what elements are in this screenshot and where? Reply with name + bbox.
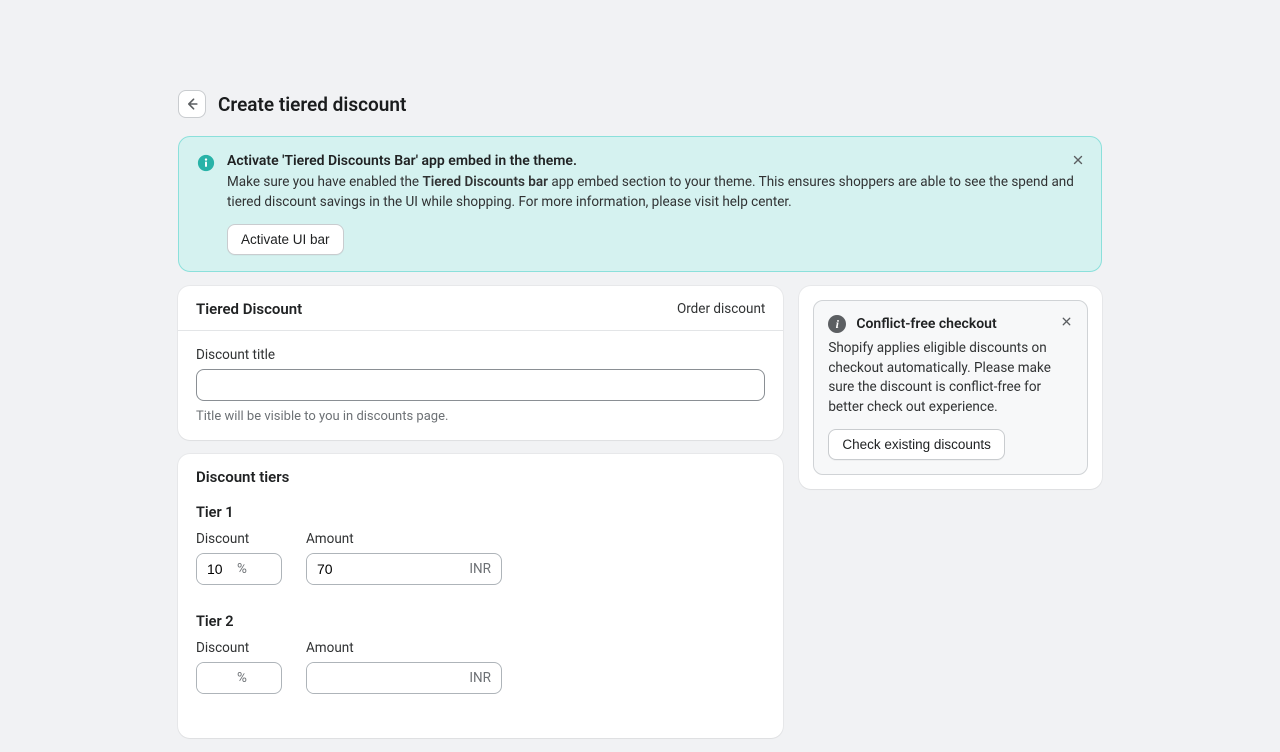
info-icon: i <box>828 315 846 333</box>
card-title: Tiered Discount <box>196 300 302 318</box>
activation-banner: Activate 'Tiered Discounts Bar' app embe… <box>178 136 1102 272</box>
percent-suffix: % <box>237 670 257 686</box>
percent-suffix: % <box>237 561 257 577</box>
tier-discount-label: Discount <box>196 640 282 656</box>
banner-close-button[interactable] <box>1069 151 1087 172</box>
banner-title: Activate 'Tiered Discounts Bar' app embe… <box>227 153 1083 169</box>
arrow-left-icon <box>184 96 200 112</box>
tier1-amount-input[interactable] <box>307 554 469 584</box>
activate-ui-bar-button[interactable]: Activate UI bar <box>227 224 344 255</box>
discount-title-help: Title will be visible to you in discount… <box>196 409 765 424</box>
banner-description: Make sure you have enabled the Tiered Di… <box>227 173 1083 212</box>
conflict-free-callout: i Conflict-free checkout Shopify applies… <box>813 300 1088 475</box>
discount-title-label: Discount title <box>196 347 765 363</box>
tier2-amount-input[interactable] <box>307 663 469 693</box>
callout-text: Shopify applies eligible discounts on ch… <box>828 339 1073 417</box>
page-title: Create tiered discount <box>218 93 406 116</box>
currency-suffix: INR <box>469 561 501 577</box>
close-icon <box>1060 315 1073 328</box>
page-header: Create tiered discount <box>178 90 1102 118</box>
tier-block: Tier 2 Discount % Amount <box>196 613 765 694</box>
tier-amount-label: Amount <box>306 531 502 547</box>
side-card: i Conflict-free checkout Shopify applies… <box>799 286 1102 489</box>
discount-type-label: Order discount <box>677 301 765 317</box>
tier1-discount-input[interactable] <box>197 554 237 584</box>
tier-name: Tier 1 <box>196 504 765 521</box>
tier-discount-label: Discount <box>196 531 282 547</box>
discount-tiers-card: Discount tiers Tier 1 Discount % <box>178 454 783 738</box>
callout-title: Conflict-free checkout <box>856 316 996 332</box>
tier-name: Tier 2 <box>196 613 765 630</box>
close-icon <box>1071 153 1085 167</box>
tiers-section-title: Discount tiers <box>196 468 765 486</box>
tier-amount-label: Amount <box>306 640 502 656</box>
tier-block: Tier 1 Discount % Amount <box>196 504 765 585</box>
currency-suffix: INR <box>469 670 501 686</box>
info-icon <box>197 154 215 172</box>
check-existing-discounts-button[interactable]: Check existing discounts <box>828 429 1005 460</box>
tier2-discount-input[interactable] <box>197 663 237 693</box>
tiered-discount-card: Tiered Discount Order discount Discount … <box>178 286 783 440</box>
callout-close-button[interactable] <box>1058 313 1075 333</box>
back-button[interactable] <box>178 90 206 118</box>
discount-title-input[interactable] <box>196 369 765 401</box>
